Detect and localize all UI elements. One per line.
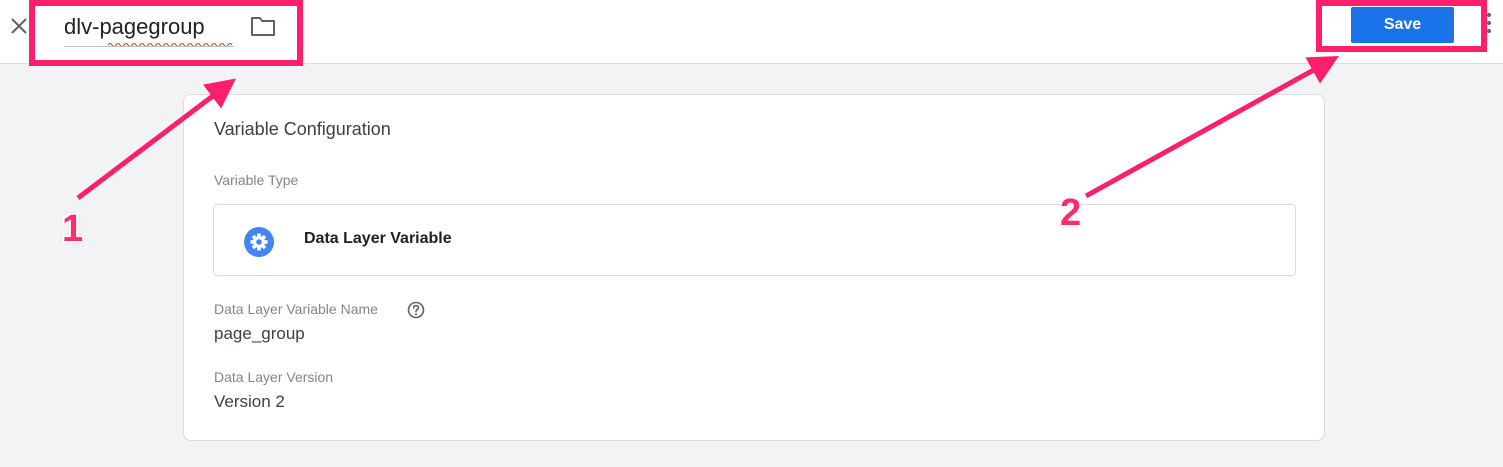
variable-configuration-card: Variable Configuration Variable Type Dat… [183, 94, 1325, 441]
variable-type-selector[interactable]: Data Layer Variable [213, 204, 1296, 276]
save-button[interactable]: Save [1351, 7, 1454, 43]
close-icon[interactable] [6, 13, 32, 39]
folder-icon[interactable] [250, 14, 276, 38]
spellcheck-underline [108, 43, 232, 46]
card-title: Variable Configuration [214, 119, 391, 139]
dlv-version-label: Data Layer Version [214, 369, 334, 385]
variable-name-input[interactable] [64, 12, 234, 42]
variable-editor: Save Variable Configuration Variable Typ… [0, 0, 1503, 467]
dlv-version-value: Version 2 [214, 392, 285, 411]
annotation-step-1: 1 [62, 208, 84, 250]
top-bar: Save [0, 0, 1503, 64]
name-underline [64, 46, 234, 47]
dlv-name-label: Data Layer Variable Name [214, 301, 378, 317]
help-icon[interactable] [407, 301, 425, 319]
variable-type-label: Variable Type [214, 172, 299, 188]
settings-gear-icon [244, 227, 274, 257]
more-vert-icon[interactable] [1486, 13, 1492, 37]
variable-type-name: Data Layer Variable [304, 230, 452, 247]
dlv-name-value: page_group [214, 324, 305, 343]
